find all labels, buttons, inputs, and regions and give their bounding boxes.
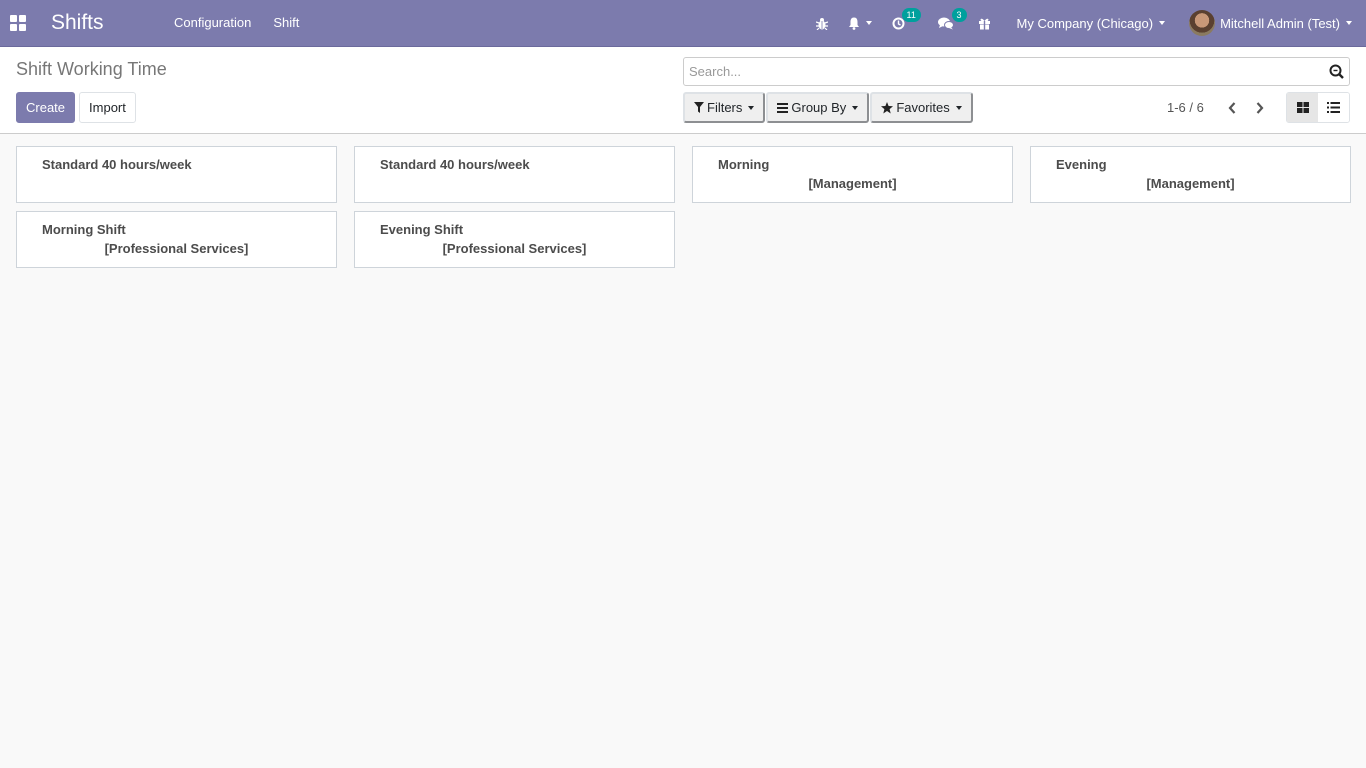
kanban-icon: [1296, 102, 1309, 113]
chevron-left-icon: [1228, 101, 1236, 114]
filter-icon: [694, 102, 704, 113]
group-by-dropdown[interactable]: Group By: [766, 92, 870, 123]
kanban-card[interactable]: Evening [Management]: [1030, 146, 1351, 203]
kanban-card[interactable]: Morning [Management]: [692, 146, 1013, 203]
activities-button[interactable]: 11: [882, 0, 922, 46]
app-name[interactable]: Shifts: [51, 11, 163, 35]
messages-count-badge: 3: [951, 8, 967, 22]
pager-value[interactable]: 1-6 / 6: [1167, 100, 1204, 115]
pager-previous-button[interactable]: [1218, 92, 1246, 123]
card-team: [Management]: [808, 176, 897, 191]
caret-down-icon: [1159, 21, 1166, 25]
search-icon: [1329, 64, 1344, 79]
caret-down-icon: [852, 105, 859, 110]
control-panel: Shift Working Time Create Import Filters…: [0, 47, 1366, 134]
card-title: Morning: [718, 157, 770, 172]
kanban-view: Standard 40 hours/week Standard 40 hours…: [0, 134, 1366, 268]
top-navbar: Shifts Configuration Shift 11 3 My Compa…: [0, 0, 1366, 47]
card-team: [Professional Services]: [104, 241, 249, 256]
star-icon: [881, 101, 894, 113]
kanban-card[interactable]: Evening Shift [Professional Services]: [354, 211, 675, 268]
search-input[interactable]: [684, 64, 1323, 79]
kanban-card[interactable]: Standard 40 hours/week: [354, 146, 675, 203]
import-button[interactable]: Import: [79, 92, 136, 123]
caret-down-icon: [1346, 21, 1352, 25]
kanban-card[interactable]: Morning Shift [Professional Services]: [16, 211, 337, 268]
pager: 1-6 / 6: [1167, 92, 1274, 123]
card-title: Standard 40 hours/week: [380, 157, 530, 172]
gift-icon: [978, 18, 990, 30]
notifications-button[interactable]: [838, 0, 882, 46]
filters-label: Filters: [707, 100, 743, 115]
menu-configuration[interactable]: Configuration: [163, 0, 262, 46]
comments-icon: [937, 17, 954, 29]
caret-down-icon: [955, 105, 962, 110]
avatar: [1189, 10, 1216, 36]
bug-icon: [815, 17, 828, 30]
list-icon: [1327, 102, 1340, 113]
card-team: [Management]: [1146, 176, 1235, 191]
kanban-card[interactable]: Standard 40 hours/week: [16, 146, 337, 203]
chevron-right-icon: [1256, 101, 1264, 114]
card-title: Evening Shift: [380, 222, 464, 237]
pager-next-button[interactable]: [1246, 92, 1274, 123]
view-switcher: [1286, 92, 1350, 123]
caret-down-icon: [865, 21, 872, 25]
grid-icon: [9, 15, 26, 31]
breadcrumb: Shift Working Time: [16, 59, 167, 79]
bars-icon: [777, 102, 789, 113]
caret-down-icon: [748, 105, 755, 110]
group-by-label: Group By: [791, 100, 847, 115]
card-title: Morning Shift: [42, 222, 126, 237]
activities-count-badge: 11: [901, 8, 921, 22]
user-menu[interactable]: Mitchell Admin (Test): [1179, 0, 1366, 46]
search-bar: [683, 57, 1350, 86]
company-switcher[interactable]: My Company (Chicago): [1007, 0, 1176, 46]
create-button[interactable]: Create: [16, 92, 76, 123]
bell-icon: [848, 17, 859, 30]
card-title: Evening: [1056, 157, 1107, 172]
kanban-view-button[interactable]: [1287, 93, 1318, 122]
debug-button[interactable]: [806, 0, 838, 46]
filters-dropdown[interactable]: Filters: [683, 92, 766, 123]
card-title: Standard 40 hours/week: [42, 157, 192, 172]
search-button[interactable]: [1323, 64, 1349, 79]
gift-button[interactable]: [968, 0, 1001, 46]
messages-button[interactable]: 3: [928, 0, 968, 46]
list-view-button[interactable]: [1318, 93, 1349, 122]
menu-shift[interactable]: Shift: [262, 0, 310, 46]
favorites-dropdown[interactable]: Favorites: [870, 92, 973, 123]
user-name: Mitchell Admin (Test): [1220, 15, 1340, 31]
company-name: My Company (Chicago): [1016, 15, 1154, 31]
favorites-label: Favorites: [896, 100, 950, 115]
apps-menu-button[interactable]: [0, 0, 35, 46]
card-team: [Professional Services]: [442, 241, 587, 256]
